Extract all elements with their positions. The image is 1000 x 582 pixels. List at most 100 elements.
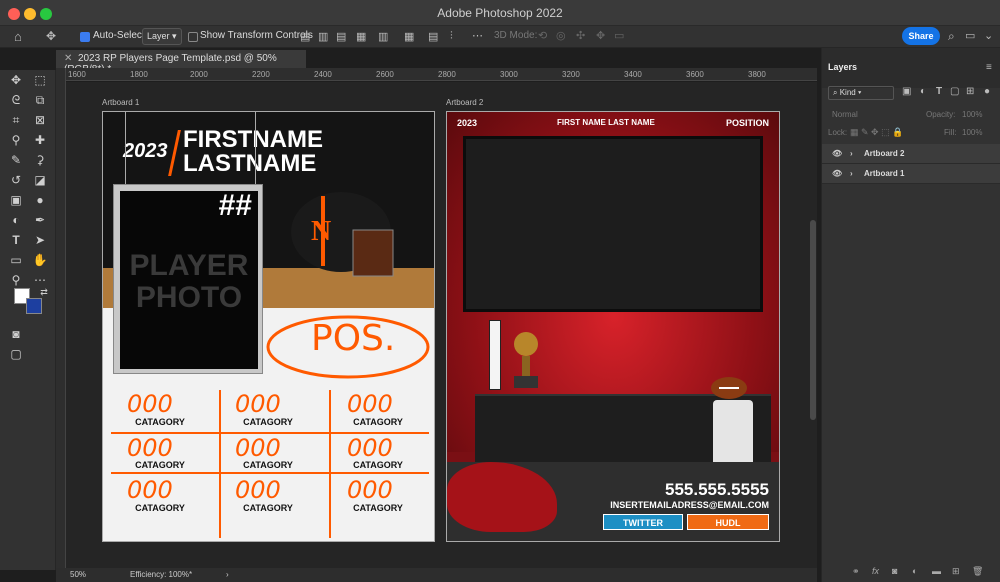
quick-mask-icon[interactable]: ◙ bbox=[8, 326, 24, 342]
screen-mode-icon[interactable]: ▢ bbox=[8, 346, 24, 362]
lasso-tool-icon[interactable]: ᘓ bbox=[8, 92, 24, 108]
history-brush-tool-icon[interactable]: ↺ bbox=[8, 172, 24, 188]
blend-mode-dropdown[interactable]: Normal bbox=[832, 110, 858, 119]
filter-pixel-icon[interactable]: ▣ bbox=[902, 86, 911, 97]
panel-menu-icon[interactable]: ≡ bbox=[986, 62, 992, 73]
artboard-1[interactable]: 2023 FIRSTNAME LASTNAME ## PLAYER PHOTO … bbox=[102, 111, 435, 542]
filter-smart-icon[interactable]: ⊞ bbox=[966, 86, 974, 97]
hand-tool-icon[interactable]: ✋ bbox=[32, 252, 48, 268]
pen-tool-icon[interactable]: ✒ bbox=[32, 212, 48, 228]
path-select-tool-icon[interactable]: ➤ bbox=[32, 232, 48, 248]
zoom-level[interactable]: 50% bbox=[70, 570, 86, 579]
swap-colors-icon[interactable]: ⇄ bbox=[36, 284, 52, 300]
align-right-icon[interactable]: ▤ bbox=[336, 30, 346, 43]
visibility-eye-icon[interactable]: 👁 bbox=[832, 149, 842, 158]
dodge-tool-icon[interactable]: ◐ bbox=[8, 212, 24, 228]
blur-tool-icon[interactable]: ● bbox=[32, 192, 48, 208]
phone-text: 555.555.5555 bbox=[665, 480, 769, 499]
align-bottom-icon[interactable]: ▦ bbox=[404, 30, 414, 43]
brush-tool-icon[interactable]: ✎ bbox=[8, 152, 24, 168]
stat-value: 000 bbox=[347, 390, 393, 418]
auto-select-label: Auto-Select: bbox=[93, 30, 148, 41]
layer-row[interactable]: 👁 › Artboard 1 bbox=[822, 164, 1000, 184]
show-transform-label: Show Transform Controls bbox=[200, 30, 313, 41]
document-tab[interactable]: ✕ 2023 RP Players Page Template.psd @ 50… bbox=[56, 50, 306, 75]
auto-select-checkbox[interactable] bbox=[80, 32, 90, 42]
fill-value[interactable]: 100% bbox=[962, 128, 982, 137]
rectangle-tool-icon[interactable]: ▭ bbox=[8, 252, 24, 268]
eraser-tool-icon[interactable]: ◪ bbox=[32, 172, 48, 188]
status-info[interactable]: Efficiency: 100%* bbox=[130, 570, 192, 579]
artboard1-label[interactable]: Artboard 1 bbox=[102, 98, 139, 107]
layer-name: Artboard 1 bbox=[864, 169, 905, 178]
lock-label: Lock: bbox=[828, 128, 848, 137]
link-layers-icon[interactable]: ⚭ bbox=[852, 566, 860, 577]
trophy-illustration bbox=[514, 332, 538, 388]
stat-value: 000 bbox=[347, 434, 393, 462]
align-center-icon[interactable]: ▥ bbox=[318, 30, 328, 43]
close-tab-icon[interactable]: ✕ bbox=[64, 53, 78, 64]
workspace-icon[interactable]: ▭ bbox=[965, 29, 975, 42]
gradient-tool-icon[interactable]: ▣ bbox=[8, 192, 24, 208]
layer-row[interactable]: 👁 › Artboard 2 bbox=[822, 144, 1000, 164]
filter-type-icon[interactable]: T bbox=[936, 86, 942, 97]
photo-text-line2: PHOTO bbox=[135, 281, 243, 314]
stat-label: CATAGORY bbox=[243, 417, 293, 427]
new-group-icon[interactable]: ▬ bbox=[932, 566, 941, 576]
object-select-tool-icon[interactable]: ⧉ bbox=[32, 92, 48, 108]
layers-tab[interactable]: Layers bbox=[828, 62, 857, 72]
filter-toggle-icon[interactable]: ● bbox=[984, 86, 990, 97]
status-arrow-icon[interactable]: › bbox=[226, 570, 229, 579]
eyedropper-tool-icon[interactable]: ⚲ bbox=[8, 132, 24, 148]
move-tool-icon[interactable]: ✥ bbox=[8, 72, 24, 88]
name-text: FIRST NAME LAST NAME bbox=[557, 118, 655, 127]
layer-style-icon[interactable]: fx bbox=[872, 566, 879, 576]
lock-icons[interactable]: ▦ ✎ ✥ ⬚ 🔒 bbox=[850, 127, 903, 138]
distribute-icon[interactable]: ▤ bbox=[428, 30, 438, 43]
expand-chevron-icon[interactable]: › bbox=[850, 149, 853, 158]
more-options-icon[interactable]: ⋯ bbox=[472, 29, 483, 42]
opacity-value[interactable]: 100% bbox=[962, 110, 982, 119]
share-button[interactable]: Share bbox=[902, 27, 940, 45]
artboard2-label[interactable]: Artboard 2 bbox=[446, 98, 483, 107]
vertical-ruler bbox=[56, 68, 66, 568]
move-tool-icon[interactable]: ✥ bbox=[46, 29, 56, 43]
player-photo-placeholder: ## PLAYER PHOTO bbox=[120, 189, 258, 369]
marquee-tool-icon[interactable]: ⬚ bbox=[32, 72, 48, 88]
frame-tool-icon[interactable]: ⊠ bbox=[32, 112, 48, 128]
tools-panel: ✥ ⬚ ᘓ ⧉ ⌗ ⊠ ⚲ ✚ ✎ ⚳ ↺ ◪ ▣ ● ◐ ✒ T ➤ ▭ ✋ … bbox=[0, 70, 56, 570]
towel bbox=[713, 400, 753, 466]
healing-brush-tool-icon[interactable]: ✚ bbox=[32, 132, 48, 148]
filter-shape-icon[interactable]: ▢ bbox=[950, 86, 959, 97]
3d-mode-label: 3D Mode: bbox=[494, 30, 538, 41]
stat-value: 000 bbox=[235, 434, 281, 462]
photo-text-line1: PLAYER bbox=[129, 249, 249, 282]
auto-select-dropdown[interactable]: Layer ▾ bbox=[142, 28, 182, 45]
show-transform-checkbox[interactable] bbox=[188, 32, 198, 42]
panel-menu-icon[interactable]: ⌄ bbox=[984, 29, 993, 42]
align-top-icon[interactable]: ▦ bbox=[356, 30, 366, 43]
expand-chevron-icon[interactable]: › bbox=[850, 169, 853, 178]
delete-layer-icon[interactable]: 🗑 bbox=[972, 566, 983, 577]
crop-tool-icon[interactable]: ⌗ bbox=[8, 112, 24, 128]
visibility-eye-icon[interactable]: 👁 bbox=[832, 169, 842, 178]
distribute-vertical-icon[interactable]: ⫶ bbox=[450, 30, 453, 43]
home-icon[interactable]: ⌂ bbox=[14, 29, 22, 44]
new-layer-icon[interactable]: ⊞ bbox=[952, 566, 960, 577]
ruler-tick: 3000 bbox=[500, 70, 518, 79]
filter-adjust-icon[interactable]: ◐ bbox=[920, 86, 926, 97]
artboard-2[interactable]: 2023 FIRST NAME LAST NAME POSITION 555.5… bbox=[446, 111, 780, 542]
clone-stamp-tool-icon[interactable]: ⚳ bbox=[32, 152, 48, 168]
vertical-scrollbar[interactable] bbox=[810, 220, 816, 420]
background-color-swatch[interactable] bbox=[26, 298, 42, 314]
align-middle-icon[interactable]: ▥ bbox=[378, 30, 388, 43]
align-left-icon[interactable]: ▤ bbox=[300, 30, 310, 43]
add-mask-icon[interactable]: ◙ bbox=[892, 566, 897, 576]
year-text: 2023 bbox=[123, 140, 168, 162]
opacity-label: Opacity: bbox=[926, 110, 956, 119]
kind-filter[interactable]: ⌕ Kind ▾ bbox=[828, 86, 894, 100]
search-icon[interactable]: ⌕ bbox=[948, 29, 955, 44]
adjustment-layer-icon[interactable]: ◐ bbox=[912, 566, 917, 576]
type-tool-icon[interactable]: T bbox=[8, 232, 24, 248]
zoom-tool-icon[interactable]: ⚲ bbox=[8, 272, 24, 288]
